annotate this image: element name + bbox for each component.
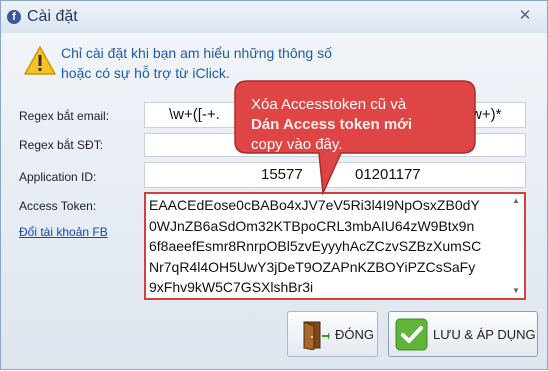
close-window-button[interactable]: ✕ <box>513 7 537 25</box>
close-button-label: ĐÓNG <box>335 327 374 342</box>
phone-regex-label: Regex bắt SĐT: <box>19 138 104 152</box>
application-id-value-right: 01201177 <box>355 166 421 183</box>
access-token-text: EAACEdEose0cBABo4xJV7eV5Ri3l4I9NpOsxZB0d… <box>149 195 511 298</box>
access-token-textarea[interactable]: EAACEdEose0cBABo4xJV7eV5Ri3l4I9NpOsxZB0d… <box>144 192 526 300</box>
warning-message: Chỉ cài đặt khi bạn am hiểu những thông … <box>61 43 401 83</box>
application-id-label: Application ID: <box>19 170 97 184</box>
save-apply-button[interactable]: LƯU & ÁP DỤNG <box>388 311 538 357</box>
warning-icon <box>24 46 56 75</box>
token-line: 9xFhv9kW5C7GSXlshBr3i <box>149 279 314 295</box>
application-id-value-left: 15577 <box>261 166 303 183</box>
warning-line-1: Chỉ cài đặt khi bạn am hiểu những thông … <box>61 45 332 61</box>
callout-line-1: Xóa Accesstoken cũ và <box>251 96 407 113</box>
facebook-icon: f <box>7 10 21 24</box>
door-exit-icon <box>303 321 330 350</box>
token-line: 0WJnZB6aSdOm32KTBpoCRL3mbAIU64zW9Btx9n <box>149 217 475 234</box>
callout-line-2: Dán Access token mới <box>251 116 413 133</box>
checkmark-icon <box>395 318 428 351</box>
token-line: 6f8aeefEsmr8RnrpOBl5zvEyyyhAcZCzvSZBzXum… <box>149 238 482 254</box>
email-regex-label: Regex bắt email: <box>19 109 110 123</box>
warning-line-2: hoặc có sự hỗ trợ từ iClick. <box>61 65 230 81</box>
save-apply-label: LƯU & ÁP DỤNG <box>433 327 536 342</box>
close-button[interactable]: ĐÓNG <box>287 311 378 357</box>
access-token-label: Access Token: <box>19 199 97 213</box>
token-line: EAACEdEose0cBABo4xJV7eV5Ri3l4I9NpOsxZB0d… <box>149 197 480 213</box>
application-id-input[interactable]: 15577 01201177 <box>144 162 526 188</box>
title-bar: f Cài đặt ✕ <box>1 1 547 33</box>
token-scrollbar[interactable]: ▲ ▼ <box>510 196 522 296</box>
scroll-down-arrow-icon[interactable]: ▼ <box>510 286 522 296</box>
settings-window: f Cài đặt ✕ Chỉ cài đặt khi bạn am hiểu … <box>0 0 548 370</box>
switch-fb-account-link[interactable]: Đổi tài khoản FB <box>19 225 108 239</box>
token-line: Nr7qR4l4OH5UwY3jDeT9OZAPnKZBOYiPZCsSaFy <box>149 258 476 275</box>
callout-message: Xóa Accesstoken cũ và Dán Access token m… <box>251 95 451 155</box>
scroll-up-arrow-icon[interactable]: ▲ <box>510 196 522 206</box>
callout-line-3: copy vào đây. <box>251 136 343 153</box>
email-regex-value-left: \w+([-+. <box>169 106 220 123</box>
window-title: Cài đặt <box>27 8 78 25</box>
email-regex-value-right: w+)* <box>471 106 502 123</box>
